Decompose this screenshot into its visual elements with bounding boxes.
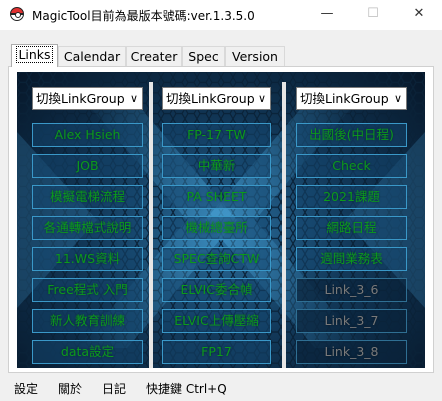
link-button[interactable]: Link_3_6 [296,278,407,302]
maximize-icon[interactable]: ☐ [350,0,396,30]
column-divider [282,82,286,368]
window-title: MagicTool目前為最版本號碼:ver.1.3.5.0 [32,9,255,23]
link-button[interactable]: FP-17 TW [162,123,271,147]
column-divider [149,82,153,368]
link-button[interactable]: 2021課題 [296,185,407,209]
menu-about[interactable]: 關於 [58,380,82,397]
link-button[interactable]: Check [296,154,407,178]
chevron-down-icon: ∨ [257,92,266,105]
link-button[interactable]: Alex Hsieh [32,123,143,147]
link-button[interactable]: Link_3_8 [296,340,407,364]
link-button[interactable]: data設定 [32,340,143,364]
tab-creater[interactable]: Creater [126,46,182,66]
menu-bar: 設定 關於 日記 快捷鍵 Ctrl+Q [0,374,442,401]
link-group-select-value: 切換LinkGroup [166,91,255,106]
link-button[interactable]: 出國後(中日程) [296,123,407,147]
link-button[interactable]: 週間業務表 [296,247,407,271]
menu-settings[interactable]: 設定 [14,380,38,397]
menu-diary[interactable]: 日記 [102,380,126,397]
chevron-down-icon: ∨ [393,92,402,105]
link-group-select-3[interactable]: 切換LinkGroup ∨ [296,87,407,110]
link-group-select-value: 切換LinkGroup [36,91,125,106]
tab-links-label: Links [16,46,53,63]
close-icon[interactable]: ✕ [396,0,442,30]
tab-version[interactable]: Version [225,46,285,66]
chevron-down-icon: ∨ [129,92,138,105]
link-button[interactable]: Free程式 入門 [32,278,143,302]
link-button[interactable]: FP17 [162,340,271,364]
link-button[interactable]: Link_3_7 [296,309,407,333]
pokeball-app-icon [10,7,24,21]
link-button[interactable]: SPEC查詢CTW [162,247,271,271]
link-button[interactable]: 新人教育訓練 [32,309,143,333]
tab-spec[interactable]: Spec [182,46,225,66]
link-button[interactable]: 模擬電梯流程 [32,185,143,209]
tab-links[interactable]: Links [11,44,58,67]
link-button[interactable]: ELVIC上傳壓縮 [162,309,271,333]
title-bar: MagicTool目前為最版本號碼:ver.1.3.5.0 — ☐ ✕ [0,0,442,30]
minimize-icon[interactable]: — [304,0,350,30]
link-button[interactable]: 各通轉檔式說明 [32,216,143,240]
link-button[interactable]: 中華新 [162,154,271,178]
link-button[interactable]: ELVIC委合幀 [162,278,271,302]
link-button[interactable]: 網路日程 [296,216,407,240]
menu-shortcut[interactable]: 快捷鍵 Ctrl+Q [146,380,227,397]
link-button[interactable]: 11.WS資料 [32,247,143,271]
tab-calendar[interactable]: Calendar [58,46,126,66]
link-button[interactable]: JOB [32,154,143,178]
link-group-select-value: 切換LinkGroup [300,91,389,106]
link-group-select-1[interactable]: 切換LinkGroup ∨ [32,87,143,110]
link-button[interactable]: PA SHEET [162,185,271,209]
link-button[interactable]: 機械總臺所 [162,216,271,240]
link-group-select-2[interactable]: 切換LinkGroup ∨ [162,87,271,110]
